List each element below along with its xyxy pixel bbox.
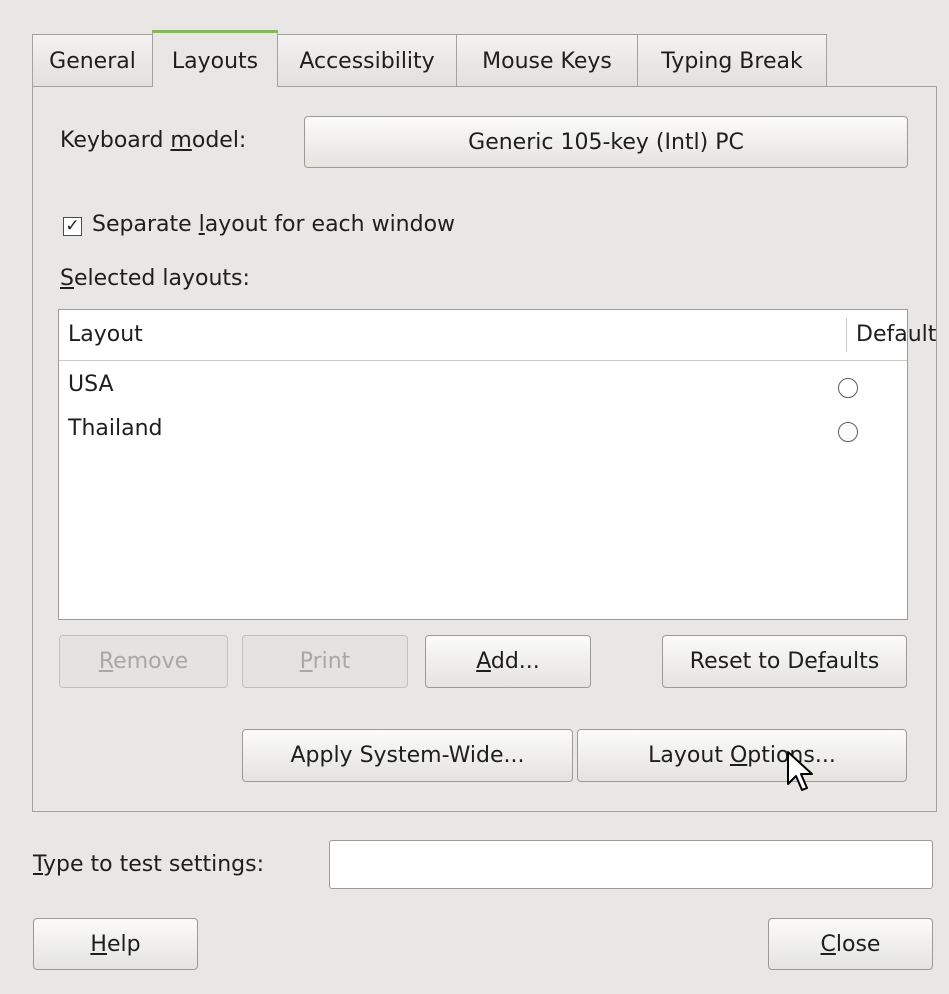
keyboard-model-value: Generic 105-key (Intl) PC: [468, 129, 744, 155]
help-button[interactable]: Help: [33, 918, 198, 970]
reset-button-label: Reset to Defaults: [689, 649, 880, 674]
selected-layouts-label: Selected layouts:: [60, 266, 250, 291]
column-divider: [846, 318, 847, 352]
separate-layout-label[interactable]: Separate layout for each window: [92, 212, 455, 237]
mouse-pointer-icon: [787, 751, 813, 791]
remove-button-label: Remove: [98, 649, 189, 674]
default-radio[interactable]: [838, 378, 858, 398]
layout-options-button[interactable]: Layout Options...: [577, 729, 907, 782]
separate-layout-checkbox[interactable]: ✓: [63, 217, 82, 236]
column-header-default[interactable]: Default: [856, 322, 936, 347]
layout-name: USA: [68, 372, 114, 397]
test-settings-label: Type to test settings:: [33, 852, 264, 877]
tab-label: Accessibility: [299, 49, 435, 74]
keyboard-model-label: Keyboard model:: [60, 128, 247, 153]
help-button-label: Help: [90, 931, 141, 957]
close-button[interactable]: Close: [768, 918, 933, 970]
tab-accessibility[interactable]: Accessibility: [277, 34, 457, 86]
add-button-label: Add...: [476, 649, 540, 674]
layout-name: Thailand: [68, 416, 163, 441]
tab-label: Mouse Keys: [482, 49, 612, 74]
table-row[interactable]: USA: [59, 362, 907, 408]
check-icon: ✓: [65, 216, 80, 236]
print-button-label: Print: [299, 649, 351, 674]
close-button-label: Close: [820, 931, 881, 957]
column-header-layout[interactable]: Layout: [68, 322, 143, 347]
default-radio[interactable]: [838, 422, 858, 442]
tab-mouse-keys[interactable]: Mouse Keys: [456, 34, 638, 86]
tab-layouts[interactable]: Layouts: [152, 30, 278, 87]
test-settings-input[interactable]: [329, 840, 933, 889]
print-button[interactable]: Print: [242, 635, 408, 688]
selected-layouts-list[interactable]: Layout Default USA Thailand: [58, 309, 936, 620]
list-header: Layout Default: [59, 310, 936, 361]
add-button[interactable]: Add...: [425, 635, 591, 688]
apply-system-wide-button[interactable]: Apply System-Wide...: [242, 729, 573, 782]
tab-label: Layouts: [171, 48, 259, 74]
apply-system-wide-label: Apply System-Wide...: [290, 743, 525, 768]
tab-label: Typing Break: [661, 49, 803, 74]
tab-general[interactable]: General: [32, 34, 153, 86]
reset-to-defaults-button[interactable]: Reset to Defaults: [662, 635, 907, 688]
tab-typing-break[interactable]: Typing Break: [637, 34, 827, 86]
remove-button[interactable]: Remove: [59, 635, 228, 688]
tab-label: General: [49, 49, 136, 74]
table-row[interactable]: Thailand: [59, 408, 907, 454]
keyboard-model-button[interactable]: Generic 105-key (Intl) PC: [304, 116, 908, 168]
